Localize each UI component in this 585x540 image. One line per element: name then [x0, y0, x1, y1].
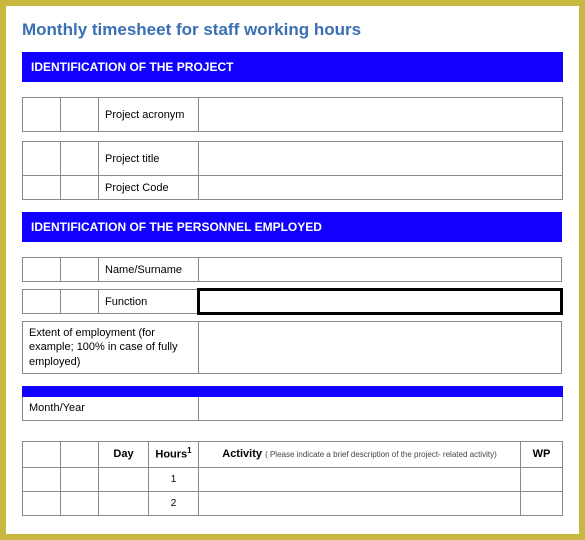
activity-cell[interactable]: [199, 467, 521, 491]
activity-header: Activity ( Please indicate a brief descr…: [199, 441, 521, 467]
activity-subheader: ( Please indicate a brief description of…: [265, 450, 497, 459]
project-code-label: Project Code: [99, 176, 199, 200]
month-year-value[interactable]: [199, 396, 563, 420]
wp-header: WP: [521, 441, 563, 467]
cell-blank: [23, 467, 61, 491]
cell-blank: [23, 491, 61, 515]
cell-blank: [23, 441, 61, 467]
name-surname-value[interactable]: [199, 258, 562, 282]
project-section-header: IDENTIFICATION OF THE PROJECT: [23, 53, 563, 82]
activity-cell[interactable]: [199, 491, 521, 515]
period-table: Month/Year: [22, 386, 563, 421]
page-title: Monthly timesheet for staff working hour…: [22, 20, 563, 40]
cell-blank: [23, 258, 61, 282]
day-header: Day: [99, 441, 149, 467]
hours-table: Day Hours1 Activity ( Please indicate a …: [22, 441, 563, 516]
project-title-value[interactable]: [199, 142, 563, 176]
cell-blank: [61, 142, 99, 176]
cell-blank: [61, 258, 99, 282]
cell-blank: [61, 441, 99, 467]
extent-employment-value[interactable]: [199, 322, 562, 374]
hours-header: Hours1: [149, 441, 199, 467]
cell-blank: [23, 98, 61, 132]
function-label: Function: [99, 290, 199, 314]
day-number: 2: [149, 491, 199, 515]
cell-blank: [61, 176, 99, 200]
cell-blank: [61, 467, 99, 491]
cell-blank: [99, 467, 149, 491]
cell-blank: [61, 491, 99, 515]
personnel-section-header: IDENTIFICATION OF THE PERSONNEL EMPLOYED: [23, 213, 562, 242]
project-acronym-label: Project acronym: [99, 98, 199, 132]
project-acronym-value[interactable]: [199, 98, 563, 132]
cell-blank: [23, 142, 61, 176]
month-year-label: Month/Year: [23, 396, 199, 420]
personnel-table: IDENTIFICATION OF THE PERSONNEL EMPLOYED…: [22, 212, 563, 374]
cell-blank: [99, 491, 149, 515]
blue-divider: [23, 386, 563, 396]
wp-cell[interactable]: [521, 491, 563, 515]
cell-blank: [23, 290, 61, 314]
name-surname-label: Name/Surname: [99, 258, 199, 282]
project-code-value[interactable]: [199, 176, 563, 200]
project-table: IDENTIFICATION OF THE PROJECT Project ac…: [22, 52, 563, 200]
function-value[interactable]: [199, 290, 562, 314]
cell-blank: [23, 176, 61, 200]
extent-employment-label: Extent of employment (for example; 100% …: [23, 322, 199, 374]
wp-cell[interactable]: [521, 467, 563, 491]
cell-blank: [61, 290, 99, 314]
cell-blank: [61, 98, 99, 132]
day-number: 1: [149, 467, 199, 491]
project-title-label: Project title: [99, 142, 199, 176]
